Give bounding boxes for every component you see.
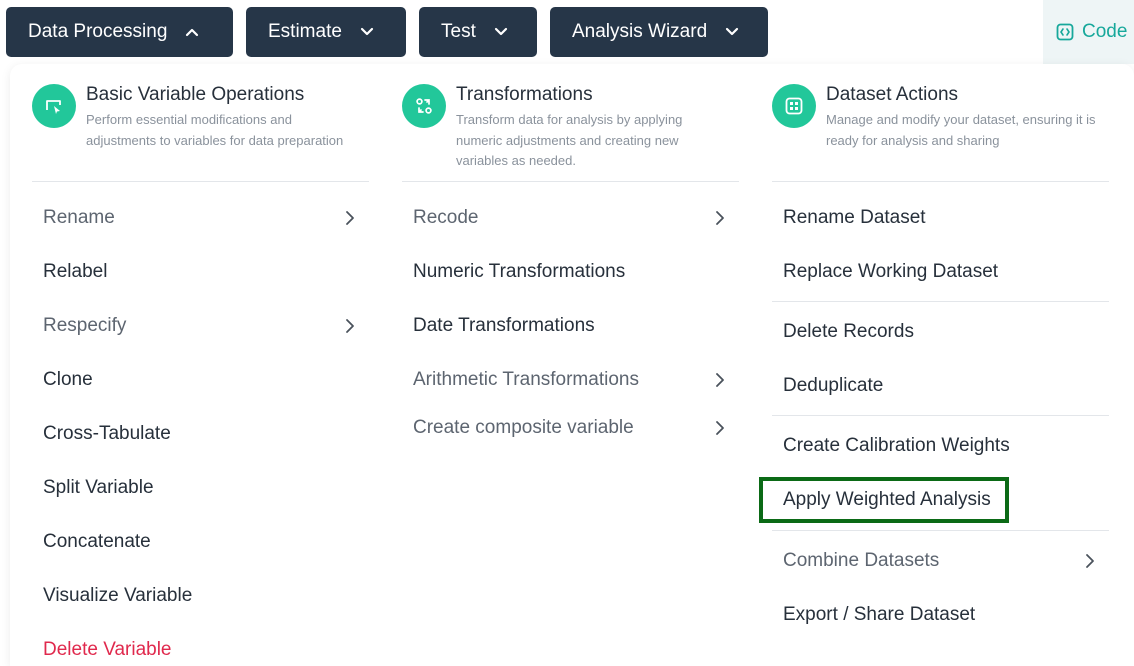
menu-item-split-variable[interactable]: Split Variable — [32, 468, 369, 508]
menu-item-label: Replace Working Dataset — [783, 261, 999, 282]
menu-item-concatenate[interactable]: Concatenate — [32, 522, 369, 562]
menu-item-label: Numeric Transformations — [413, 261, 626, 282]
menu-item-rename[interactable]: Rename — [32, 198, 369, 238]
top-toolbar: Data Processing Estimate Test Analysis W… — [6, 7, 768, 57]
menu-item-label: Relabel — [43, 261, 108, 282]
menu-item-arithmetic-transformations[interactable]: Arithmetic Transformations — [402, 360, 739, 400]
test-button[interactable]: Test — [419, 7, 537, 57]
column-description: Transform data for analysis by applying … — [456, 112, 683, 168]
menu-item-visualize-variable[interactable]: Visualize Variable — [32, 576, 369, 616]
menu-item-delete-records[interactable]: Delete Records — [772, 312, 1109, 352]
chevron-up-icon — [186, 28, 199, 37]
menu-item-numeric-transformations[interactable]: Numeric Transformations — [402, 252, 739, 292]
column-description: Manage and modify your dataset, ensuring… — [826, 112, 1096, 148]
menu-item-deduplicate[interactable]: Deduplicate — [772, 366, 1109, 406]
menu-item-cross-tabulate[interactable]: Cross-Tabulate — [32, 414, 369, 454]
menu-item-label: Arithmetic Transformations — [413, 369, 639, 390]
column-header: Transformations Transform data for analy… — [402, 64, 739, 182]
dataset-actions-column: Dataset Actions Manage and modify your d… — [772, 64, 1109, 625]
chevron-right-icon — [716, 373, 724, 387]
menu-item-clone[interactable]: Clone — [32, 360, 369, 400]
menu-item-export-share-dataset[interactable]: Export / Share Dataset — [772, 595, 1109, 635]
cursor-box-icon — [32, 84, 76, 128]
menu-item-label: Clone — [43, 369, 93, 390]
menu-item-label: Rename Dataset — [783, 207, 926, 228]
swap-icon — [402, 84, 446, 128]
code-button[interactable]: Code — [1043, 0, 1134, 64]
chevron-right-icon — [346, 319, 354, 333]
menu-item-label: Visualize Variable — [43, 585, 193, 606]
menu-item-relabel[interactable]: Relabel — [32, 252, 369, 292]
menu-item-label: Export / Share Dataset — [783, 604, 976, 625]
menu-item-label: Create Calibration Weights — [783, 435, 1010, 456]
selection-highlight — [759, 477, 1009, 523]
transformations-column: Transformations Transform data for analy… — [402, 64, 739, 438]
chevron-down-icon — [360, 27, 374, 36]
menu-item-label: Respecify — [43, 315, 127, 336]
chevron-down-icon — [494, 27, 507, 36]
menu-item-label: Combine Datasets — [783, 550, 940, 571]
menu-item-replace-working-dataset[interactable]: Replace Working Dataset — [772, 252, 1109, 292]
menu-item-respecify[interactable]: Respecify — [32, 306, 369, 346]
column-description: Perform essential modifications and adju… — [86, 112, 344, 148]
menu-item-create-composite-variable[interactable]: Create composite variable — [402, 408, 739, 448]
menu-item-label: Delete Variable — [43, 639, 172, 660]
divider — [772, 301, 1109, 302]
chevron-right-icon — [716, 421, 724, 435]
analysis-wizard-button[interactable]: Analysis Wizard — [550, 7, 768, 57]
chevron-right-icon — [346, 211, 354, 225]
chevron-right-icon — [1086, 554, 1094, 568]
menu-item-label: Deduplicate — [783, 375, 884, 396]
column-header: Dataset Actions Manage and modify your d… — [772, 64, 1109, 182]
menu-item-delete-variable[interactable]: Delete Variable — [32, 630, 369, 666]
estimate-label: Estimate — [268, 21, 342, 42]
data-processing-button[interactable]: Data Processing — [6, 7, 233, 57]
menu-item-label: Concatenate — [43, 531, 151, 552]
menu-item-label: Date Transformations — [413, 315, 595, 336]
basic-variable-operations-column: Basic Variable Operations Perform essent… — [32, 64, 369, 660]
menu-item-label: Delete Records — [783, 321, 914, 342]
column-title: Transformations — [456, 84, 593, 105]
menu-item-label: Cross-Tabulate — [43, 423, 171, 444]
code-icon — [1056, 23, 1074, 41]
analysis-wizard-label: Analysis Wizard — [572, 21, 708, 42]
menu-item-date-transformations[interactable]: Date Transformations — [402, 306, 739, 346]
menu-item-label: Create composite variable — [413, 417, 634, 438]
column-title: Basic Variable Operations — [86, 84, 305, 105]
data-processing-menu: Basic Variable Operations Perform essent… — [10, 64, 1134, 666]
chevron-down-icon — [726, 27, 739, 36]
menu-item-label: Rename — [43, 207, 115, 228]
menu-item-rename-dataset[interactable]: Rename Dataset — [772, 198, 1109, 238]
test-label: Test — [441, 21, 476, 42]
column-title: Dataset Actions — [826, 84, 959, 105]
menu-item-create-calibration-weights[interactable]: Create Calibration Weights — [772, 426, 1109, 466]
column-header: Basic Variable Operations Perform essent… — [32, 64, 369, 182]
menu-item-label: Recode — [413, 207, 479, 228]
grid-icon — [772, 84, 816, 128]
divider — [772, 415, 1109, 416]
estimate-button[interactable]: Estimate — [246, 7, 406, 57]
code-label: Code — [1082, 21, 1128, 42]
menu-item-recode[interactable]: Recode — [402, 198, 739, 238]
menu-item-combine-datasets[interactable]: Combine Datasets — [772, 541, 1109, 581]
divider — [772, 530, 1109, 531]
data-processing-label: Data Processing — [28, 21, 168, 42]
menu-item-label: Split Variable — [43, 477, 154, 498]
chevron-right-icon — [716, 211, 724, 225]
